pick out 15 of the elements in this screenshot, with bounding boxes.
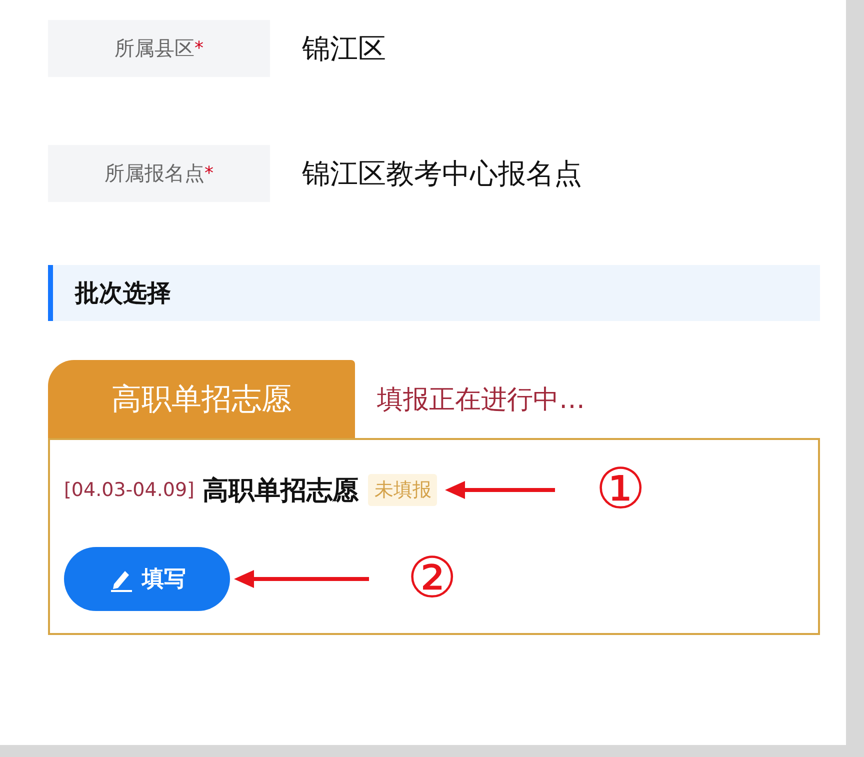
fill-button[interactable]: 填写 — [64, 547, 230, 611]
tab[interactable]: 高职单招志愿 — [48, 360, 355, 438]
annotation-number: ② — [407, 551, 458, 607]
status-text: 填报正在进行中… — [377, 384, 585, 416]
field-label: 所属报名点* — [48, 145, 270, 202]
field-label: 所属县区* — [48, 20, 270, 77]
date-range: [04.03-04.09] — [64, 479, 194, 501]
field-value: 锦江区 — [302, 30, 386, 66]
required-mark: * — [194, 38, 204, 59]
annotation-number: ① — [595, 462, 646, 518]
field-value: 锦江区教考中心报名点 — [302, 156, 582, 192]
status-badge: 未填报 — [368, 474, 438, 506]
section-title: 批次选择 — [75, 278, 171, 309]
batch-title: 高职单招志愿 — [202, 474, 358, 508]
required-mark: * — [204, 163, 214, 184]
